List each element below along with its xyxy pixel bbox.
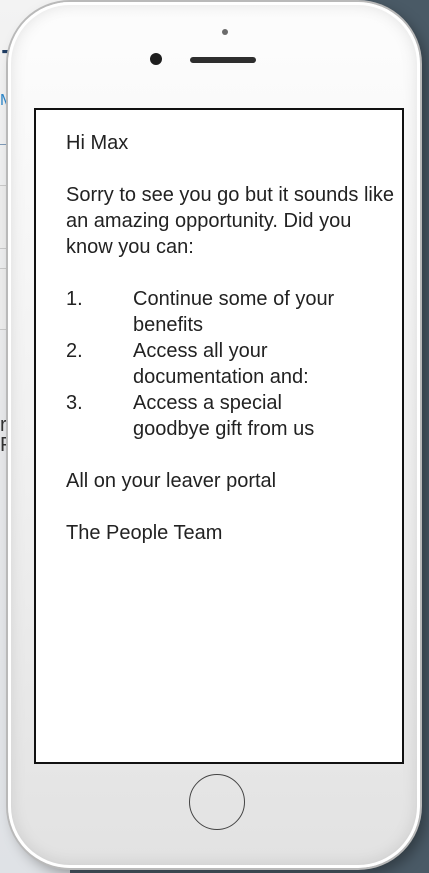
phone-frame: Hi Max Sorry to see you go but it sounds… [8,2,420,868]
list-item: 3. Access a special goodbye gift from us [66,390,396,442]
list-item: 1. Continue some of your benefits [66,286,396,338]
proximity-sensor [222,29,228,35]
message-greeting: Hi Max [66,132,129,154]
message-intro: Sorry to see you go but it sounds like a… [66,184,394,258]
list-item-number: 3. [66,392,83,414]
list-item-text: Access all your documentation and: [133,340,309,388]
message-portal-line: All on your leaver portal [66,470,277,492]
list-item-number: 1. [66,288,83,310]
earpiece-speaker [190,57,256,63]
message-body: Hi Max Sorry to see you go but it sounds… [66,130,396,546]
list-item-text: Continue some of your benefits [133,288,335,336]
list-item-number: 2. [66,340,83,362]
front-camera [150,53,162,65]
benefits-list: 1. Continue some of your benefits 2. Acc… [66,286,396,442]
message-signature: The People Team [66,522,223,544]
home-button[interactable] [189,774,245,830]
phone-screen: Hi Max Sorry to see you go but it sounds… [34,108,404,764]
list-item: 2. Access all your documentation and: [66,338,396,390]
list-item-text: Access a special goodbye gift from us [133,392,315,440]
